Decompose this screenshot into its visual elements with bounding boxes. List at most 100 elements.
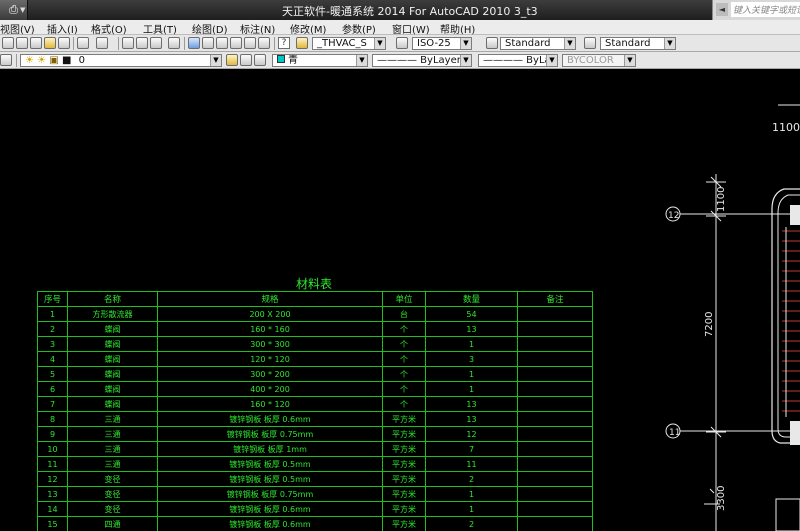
table-cell: 平方米: [382, 486, 426, 502]
linetype-select[interactable]: ———— ByLayer ▼: [372, 54, 472, 67]
tool-palettes-icon[interactable]: [216, 37, 228, 49]
table-cell: 1: [425, 381, 518, 397]
table-cell: 11: [425, 456, 518, 472]
table-style-select[interactable]: Standard ▼: [500, 37, 576, 50]
pan-icon[interactable]: [122, 37, 134, 49]
multileader-style-icon[interactable]: [584, 37, 596, 49]
table-row: 13 变径 镀锌钢板 板厚 0.75mm 平方米 1: [37, 486, 593, 502]
help-icon[interactable]: ?: [278, 37, 290, 49]
table-cell: 镀锌钢板 板厚 0.6mm: [157, 411, 383, 427]
search-arrow-icon[interactable]: ◄: [716, 3, 728, 16]
menu-modify[interactable]: 修改(M): [290, 21, 326, 36]
table-cell: [517, 501, 593, 517]
dimension-tick: [709, 488, 715, 494]
table-cell: [517, 321, 593, 337]
table-cell: 蝶阀: [67, 336, 158, 352]
table-style-icon[interactable]: [486, 37, 498, 49]
menu-help[interactable]: 帮助(H): [440, 21, 475, 36]
table-row: 2 蝶阀 160 * 160 个 13: [37, 321, 593, 337]
dimension-style-select[interactable]: ISO-25 ▼: [412, 37, 472, 50]
table-cell: 11: [37, 456, 68, 472]
chevron-down-icon[interactable]: ▼: [564, 38, 575, 49]
table-cell: [517, 381, 593, 397]
menu-view[interactable]: 视图(V): [0, 21, 35, 36]
undo-icon[interactable]: [77, 37, 89, 49]
copy-icon[interactable]: [16, 37, 28, 49]
lineweight-select[interactable]: ———— ByLayer ▼: [478, 54, 558, 67]
table-cell: 个: [382, 381, 426, 397]
table-cell: 6: [37, 381, 68, 397]
properties-icon[interactable]: [188, 37, 200, 49]
column-header: 规格: [157, 291, 383, 307]
color-select[interactable]: 青 ▼: [272, 54, 368, 67]
grid-label-12: 12: [668, 211, 679, 221]
match-properties-icon[interactable]: [44, 37, 56, 49]
table-cell: 3: [37, 336, 68, 352]
table-cell: 13: [37, 486, 68, 502]
table-cell: 3: [425, 351, 518, 367]
chevron-down-icon[interactable]: ▼: [460, 38, 471, 49]
menu-format[interactable]: 格式(O): [91, 21, 127, 36]
menu-draw[interactable]: 绘图(D): [192, 21, 228, 36]
menu-dimension[interactable]: 标注(N): [240, 21, 275, 36]
paste-icon[interactable]: [30, 37, 42, 49]
zoom-realtime-icon[interactable]: [136, 37, 148, 49]
text-style-select[interactable]: _THVAC_S ▼: [312, 37, 386, 50]
table-cell: 160 * 120: [157, 396, 383, 412]
chevron-down-icon[interactable]: ▼: [210, 55, 221, 66]
chevron-down-icon[interactable]: ▼: [664, 38, 675, 49]
column-block: [790, 421, 800, 445]
plotstyle-select: BYCOLOR ▼: [562, 54, 636, 67]
layer-states-icon[interactable]: [254, 54, 266, 66]
table-cell: 蝶阀: [67, 321, 158, 337]
table-cell: 300 * 200: [157, 366, 383, 382]
markup-icon[interactable]: [244, 37, 256, 49]
redo-icon[interactable]: [96, 37, 108, 49]
make-layer-current-icon[interactable]: [226, 54, 238, 66]
chevron-down-icon[interactable]: ▼: [460, 55, 471, 66]
table-cell: 9: [37, 426, 68, 442]
chevron-down-icon[interactable]: ▼: [374, 38, 385, 49]
quickcalc-icon[interactable]: [258, 37, 270, 49]
layer-manager-icon[interactable]: [0, 54, 12, 66]
table-row: 11 三通 镀锌钢板 板厚 0.5mm 平方米 11: [37, 456, 593, 472]
color-swatch: [277, 55, 285, 63]
sheet-set-icon[interactable]: [230, 37, 242, 49]
menu-parameters[interactable]: 参数(P): [342, 21, 376, 36]
design-center-icon[interactable]: [202, 37, 214, 49]
material-table-body: 1 方形散流器 200 X 200 台 54 2 蝶阀 160 * 160 个 13 3 蝶阀 300 …: [37, 306, 593, 531]
table-cell: [517, 411, 593, 427]
search-input[interactable]: 键入关键字或短语: [731, 2, 800, 17]
chevron-down-icon[interactable]: ▼: [20, 6, 25, 14]
dimension-style-icon[interactable]: [396, 37, 408, 49]
table-cell: 平方米: [382, 456, 426, 472]
menu-tools[interactable]: 工具(T): [143, 21, 177, 36]
table-cell: 平方米: [382, 501, 426, 517]
chevron-down-icon[interactable]: ▼: [356, 55, 367, 66]
multileader-style-select[interactable]: Standard ▼: [600, 37, 676, 50]
text-style-icon[interactable]: [296, 37, 308, 49]
drawing-canvas[interactable]: 1100 1100 7200 3300 12 11 材料表 序号 名称 规格 单…: [0, 69, 800, 531]
menu-insert[interactable]: 插入(I): [47, 21, 78, 36]
table-cell: 54: [425, 306, 518, 322]
toolbar-separator: [16, 54, 17, 67]
grid-label-11: 11: [669, 428, 680, 438]
chevron-down-icon[interactable]: ▼: [546, 55, 557, 66]
table-cell: 2: [425, 516, 518, 531]
cut-icon[interactable]: [2, 37, 14, 49]
layer-previous-icon[interactable]: [240, 54, 252, 66]
table-cell: [517, 426, 593, 442]
table-cell: 镀锌钢板 板厚 0.75mm: [157, 426, 383, 442]
layer-select[interactable]: ☀ ☀ ▣ ■ 0 ▼: [20, 54, 222, 67]
table-cell: [517, 456, 593, 472]
block-editor-icon[interactable]: [58, 37, 70, 49]
table-cell: 变径: [67, 471, 158, 487]
table-cell: 8: [37, 411, 68, 427]
material-table-title: 材料表: [296, 277, 333, 291]
table-cell: 变径: [67, 501, 158, 517]
table-cell: 平方米: [382, 471, 426, 487]
menu-window[interactable]: 窗口(W): [392, 21, 430, 36]
zoom-window-icon[interactable]: [150, 37, 162, 49]
zoom-previous-icon[interactable]: [168, 37, 180, 49]
column-block: [790, 205, 800, 225]
